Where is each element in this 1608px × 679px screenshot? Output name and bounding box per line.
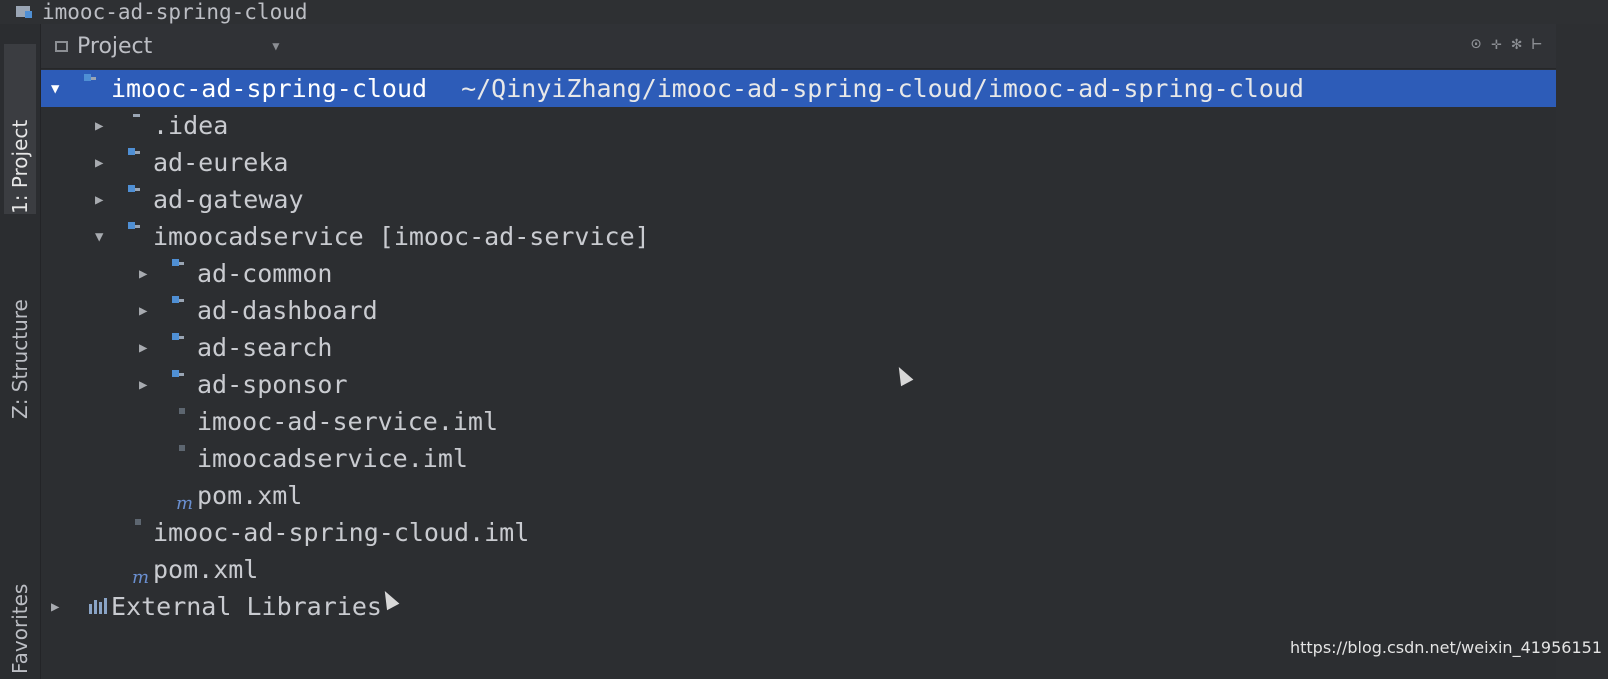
scroll-from-source-icon[interactable]: ⊙ bbox=[1471, 34, 1481, 54]
expand-arrow-icon[interactable]: ▶ bbox=[139, 303, 147, 319]
tab-project[interactable]: 1: Project bbox=[4, 44, 36, 214]
tree-label: imooc-ad-service.iml bbox=[197, 407, 499, 436]
tree-row-ad-common[interactable]: ▶ ad-common bbox=[41, 255, 1556, 292]
tree-label: External Libraries bbox=[111, 592, 382, 621]
collapse-all-icon[interactable]: ✛ bbox=[1491, 34, 1501, 54]
expand-arrow-icon[interactable]: ▶ bbox=[139, 377, 147, 393]
tree-row-external-libraries[interactable]: ▶ External Libraries bbox=[41, 588, 1556, 625]
expand-arrow-icon[interactable]: ▼ bbox=[51, 81, 59, 97]
tree-label: ad-search bbox=[197, 333, 333, 362]
tab-structure-label: Z: Structure bbox=[8, 299, 32, 419]
module-folder-icon bbox=[133, 154, 153, 172]
libraries-icon bbox=[89, 598, 109, 616]
tree-label: ad-sponsor bbox=[197, 370, 348, 399]
expand-arrow-icon[interactable]: ▶ bbox=[95, 155, 103, 171]
tree-row-root[interactable]: ▼ imooc-ad-spring-cloud ~/QinyiZhang/imoo… bbox=[41, 70, 1556, 107]
module-folder-icon bbox=[177, 265, 197, 283]
tree-label: pom.xml bbox=[153, 555, 259, 584]
tree-label: imoocadservice [imooc-ad-service] bbox=[153, 222, 650, 251]
project-panel: Project ▼ ⊙ ✛ ✻ ⊢ ▼ imooc-ad-spring-clou… bbox=[41, 24, 1556, 679]
module-folder-icon bbox=[89, 80, 109, 98]
settings-gear-icon[interactable]: ✻ bbox=[1512, 34, 1522, 54]
panel-title[interactable]: Project bbox=[77, 34, 152, 59]
left-tool-window-strip: 1: Project Z: Structure Favorites bbox=[0, 24, 41, 679]
root-name: imooc-ad-spring-cloud bbox=[111, 74, 428, 103]
module-folder-icon bbox=[177, 302, 197, 320]
tree-row-root-iml[interactable]: imooc-ad-spring-cloud.iml bbox=[41, 514, 1556, 551]
window-title-bar: imooc-ad-spring-cloud bbox=[0, 0, 1608, 25]
module-folder-icon bbox=[177, 376, 197, 394]
tree-label: ad-eureka bbox=[153, 148, 289, 177]
tree-row-ad-gateway[interactable]: ▶ ad-gateway bbox=[41, 181, 1556, 218]
root-path: ~/QinyiZhang/imooc-ad-spring-cloud/imooc… bbox=[461, 74, 1304, 103]
project-view-icon bbox=[53, 37, 75, 55]
tab-project-label: 1: Project bbox=[8, 119, 32, 214]
tree-row-imoocadservice-iml[interactable]: imoocadservice.iml bbox=[41, 440, 1556, 477]
project-panel-header: Project ▼ ⊙ ✛ ✻ ⊢ bbox=[41, 24, 1556, 69]
folder-icon bbox=[133, 117, 153, 135]
maven-pom-icon: m bbox=[176, 493, 194, 514]
maven-pom-icon: m bbox=[132, 567, 150, 588]
collapse-arrow-icon[interactable]: ▼ bbox=[95, 229, 103, 245]
expand-arrow-icon[interactable]: ▶ bbox=[139, 340, 147, 356]
tab-structure[interactable]: Z: Structure bbox=[4, 229, 36, 419]
view-dropdown-icon[interactable]: ▼ bbox=[272, 39, 279, 53]
tree-label: imooc-ad-spring-cloud.iml bbox=[153, 518, 530, 547]
expand-arrow-icon[interactable]: ▶ bbox=[139, 266, 147, 282]
tab-favorites-label: Favorites bbox=[8, 583, 32, 674]
tree-label: imoocadservice.iml bbox=[197, 444, 468, 473]
expand-arrow-icon[interactable]: ▶ bbox=[51, 599, 59, 615]
window-title: imooc-ad-spring-cloud bbox=[42, 0, 308, 24]
tree-row-ad-dashboard[interactable]: ▶ ad-dashboard bbox=[41, 292, 1556, 329]
hide-panel-icon[interactable]: ⊢ bbox=[1532, 34, 1542, 54]
tree-label: .idea bbox=[153, 111, 229, 140]
tree-row-service-iml[interactable]: imooc-ad-service.iml bbox=[41, 403, 1556, 440]
module-icon bbox=[16, 4, 38, 20]
right-tool-window-strip[interactable] bbox=[1555, 24, 1608, 679]
panel-toolbar: ⊙ ✛ ✻ ⊢ bbox=[1471, 34, 1542, 54]
tree-row-ad-eureka[interactable]: ▶ ad-eureka bbox=[41, 144, 1556, 181]
module-folder-icon bbox=[133, 228, 153, 246]
tree-row-imoocadservice[interactable]: ▼ imoocadservice [imooc-ad-service] bbox=[41, 218, 1556, 255]
tree-row-idea[interactable]: ▶ .idea bbox=[41, 107, 1556, 144]
tree-label: ad-common bbox=[197, 259, 333, 288]
tree-row-ad-search[interactable]: ▶ ad-search bbox=[41, 329, 1556, 366]
tree-row-root-pom[interactable]: m pom.xml bbox=[41, 551, 1556, 588]
tree-label: ad-dashboard bbox=[197, 296, 378, 325]
module-folder-icon bbox=[177, 339, 197, 357]
module-folder-icon bbox=[133, 191, 153, 209]
tab-favorites[interactable]: Favorites bbox=[4, 544, 36, 674]
tree-label: pom.xml bbox=[197, 481, 303, 510]
watermark: https://blog.csdn.net/weixin_41956151 bbox=[1289, 638, 1602, 657]
tree-row-service-pom[interactable]: m pom.xml bbox=[41, 477, 1556, 514]
tree-label: ad-gateway bbox=[153, 185, 304, 214]
tree-row-ad-sponsor[interactable]: ▶ ad-sponsor bbox=[41, 366, 1556, 403]
expand-arrow-icon[interactable]: ▶ bbox=[95, 192, 103, 208]
root-label-group: imooc-ad-spring-cloud ~/QinyiZhang/imooc-… bbox=[111, 74, 1304, 103]
expand-arrow-icon[interactable]: ▶ bbox=[95, 118, 103, 134]
